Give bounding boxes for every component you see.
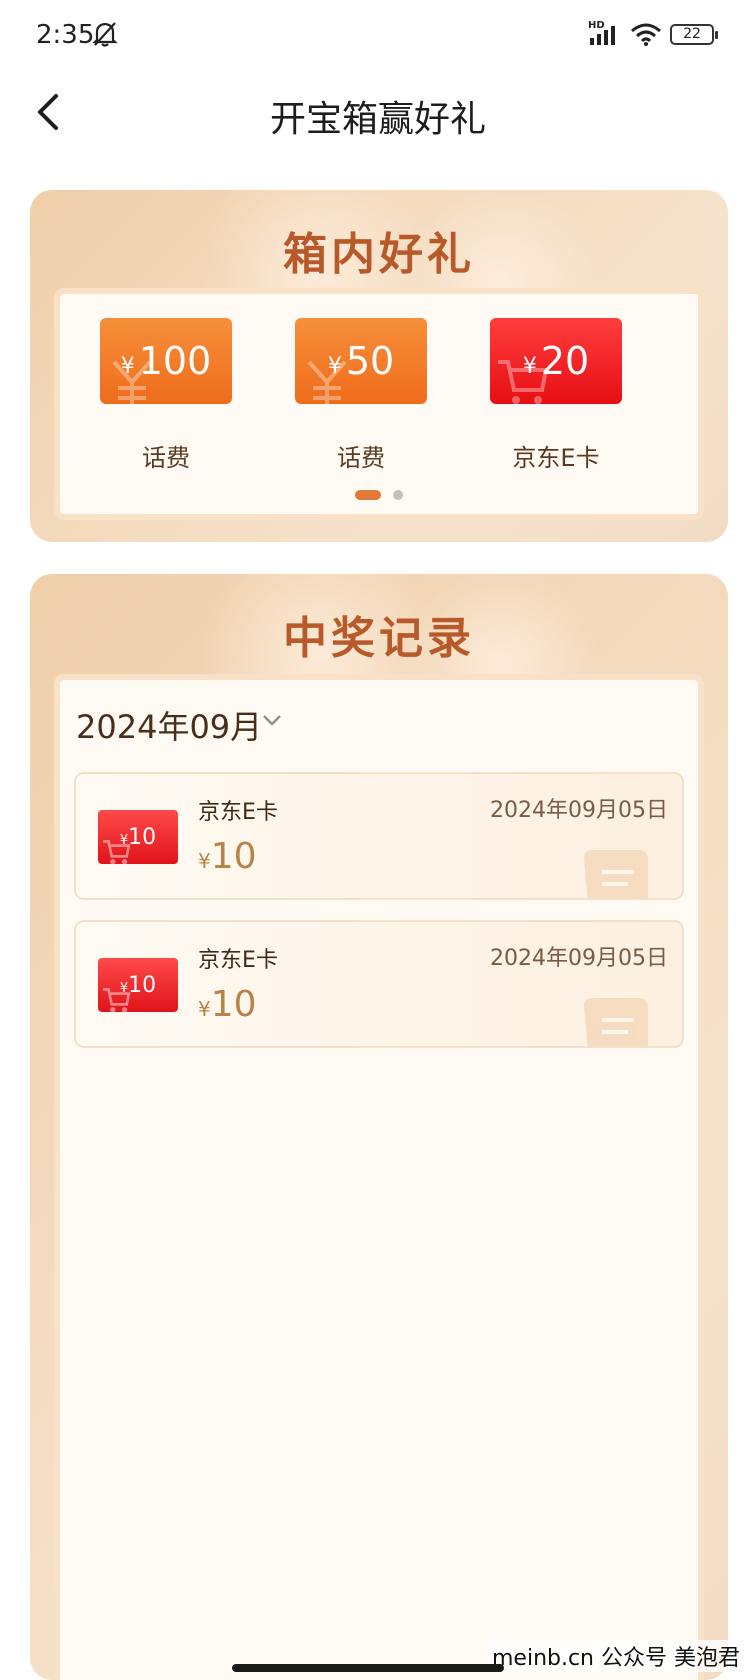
record-date: 2024年09月05日 bbox=[490, 946, 668, 971]
cart-watermark-icon bbox=[103, 988, 131, 1012]
record-thumb: ¥ 10 bbox=[98, 810, 178, 864]
signal-icon bbox=[590, 26, 615, 45]
record-thumb-amount: 10 bbox=[128, 972, 157, 998]
record-thumb: ¥ 10 bbox=[98, 958, 178, 1012]
prize-item[interactable]: ¥ 20 京东E卡 bbox=[490, 318, 622, 473]
watermark-text: meinb.cn 公众号 美泡君 bbox=[487, 1640, 744, 1672]
record-date: 2024年09月05日 bbox=[490, 798, 668, 823]
yen-watermark-icon bbox=[307, 360, 347, 404]
prize-card: ¥ 50 bbox=[295, 318, 427, 404]
carousel-pagination bbox=[60, 484, 698, 503]
status-bar: 2:35 HD 22 bbox=[0, 0, 756, 72]
cart-watermark-icon bbox=[103, 840, 131, 864]
record-item[interactable]: ¥ 10 京东E卡 ¥10 2024年09月05日 bbox=[74, 772, 684, 900]
record-amount-value: 10 bbox=[210, 984, 257, 1025]
prizes-panel-title: 箱内好礼 bbox=[283, 229, 475, 280]
month-selector[interactable]: 2024年09月 bbox=[76, 702, 262, 748]
record-amount: ¥10 bbox=[198, 984, 257, 1025]
prize-item[interactable]: ¥ 100 话费 bbox=[100, 318, 232, 473]
records-panel-title: 中奖记录 bbox=[283, 613, 475, 664]
wifi-icon bbox=[631, 23, 661, 46]
record-item[interactable]: ¥ 10 京东E卡 ¥10 2024年09月05日 bbox=[74, 920, 684, 1048]
bell-off-icon bbox=[92, 22, 118, 47]
records-panel: 中奖记录 2024年09月 ¥ 10 京东E卡 ¥10 2024年09月05日 bbox=[30, 574, 728, 1680]
page-title: 开宝箱赢好礼 bbox=[269, 99, 486, 140]
record-currency: ¥ bbox=[198, 849, 211, 873]
prizes-panel: 箱内好礼 ¥ 100 话费 ¥ 50 话费 ¥ 20 京东E卡 bbox=[30, 190, 728, 542]
header: 开宝箱赢好礼 bbox=[0, 72, 756, 152]
pagination-dot-active[interactable] bbox=[355, 489, 382, 500]
record-name: 京东E卡 bbox=[198, 800, 278, 825]
pagination-dot[interactable] bbox=[392, 489, 403, 500]
record-name: 京东E卡 bbox=[198, 948, 278, 973]
ticket-watermark-icon bbox=[584, 998, 648, 1046]
prize-card: ¥ 20 bbox=[490, 318, 622, 404]
record-amount-value: 10 bbox=[210, 836, 257, 877]
records-list: 2024年09月 ¥ 10 京东E卡 ¥10 2024年09月05日 ¥ 10 … bbox=[54, 674, 704, 1680]
prize-label: 京东E卡 bbox=[512, 444, 600, 472]
status-time: 2:35 bbox=[36, 20, 95, 50]
cart-watermark-icon bbox=[498, 360, 549, 404]
record-thumb-amount: 10 bbox=[128, 824, 157, 850]
prizes-list: ¥ 100 话费 ¥ 50 话费 ¥ 20 京东E卡 bbox=[54, 288, 704, 520]
ticket-watermark-icon bbox=[584, 850, 648, 898]
prize-label: 话费 bbox=[337, 444, 385, 472]
home-indicator[interactable] bbox=[232, 1664, 504, 1672]
prize-card: ¥ 100 bbox=[100, 318, 232, 404]
record-currency: ¥ bbox=[198, 997, 211, 1021]
yen-watermark-icon bbox=[112, 360, 152, 404]
chevron-down-icon[interactable] bbox=[260, 708, 284, 732]
prize-label: 话费 bbox=[142, 444, 190, 472]
battery-icon: 22 bbox=[670, 24, 718, 45]
prize-item[interactable]: ¥ 50 话费 bbox=[295, 318, 427, 473]
record-amount: ¥10 bbox=[198, 836, 257, 877]
